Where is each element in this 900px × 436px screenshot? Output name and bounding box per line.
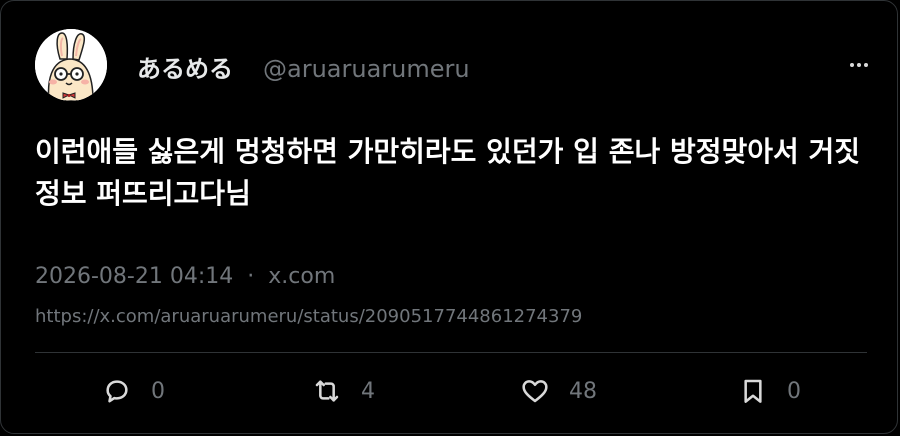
bookmark-button[interactable]: 0 — [737, 373, 801, 409]
retweet-icon — [315, 380, 339, 402]
tweet-url[interactable]: https://x.com/aruaruarumeru/status/20905… — [35, 304, 582, 330]
bookmark-count: 0 — [787, 378, 801, 404]
more-options-button[interactable] — [847, 53, 871, 77]
reply-count: 0 — [151, 378, 165, 404]
like-count: 48 — [569, 378, 597, 404]
more-horizontal-icon — [864, 63, 868, 67]
reply-button[interactable]: 0 — [101, 373, 165, 409]
reply-bubble-icon — [106, 380, 128, 403]
bookmark-icon — [744, 379, 762, 403]
tweet-meta: 2026-08-21 04:14 · x.com — [35, 262, 335, 292]
divider — [35, 352, 867, 353]
tweet-card: あるめる @aruaruarumeru 이런애들 싫은게 멍청하면 가만히라도 … — [0, 0, 898, 434]
author-handle[interactable]: @aruaruarumeru — [263, 53, 470, 85]
retweet-button[interactable]: 4 — [311, 373, 375, 409]
meta-separator: · — [247, 264, 255, 289]
more-horizontal-icon — [850, 63, 854, 67]
bunny-avatar-icon — [35, 29, 107, 101]
tweet-source[interactable]: x.com — [268, 264, 335, 289]
avatar[interactable] — [35, 29, 107, 101]
tweet-date[interactable]: 2026-08-21 04:14 — [35, 264, 233, 289]
like-button[interactable]: 48 — [519, 373, 597, 409]
tweet-text: 이런애들 싫은게 멍청하면 가만히라도 있던가 입 존나 방정맞아서 거짓정보 … — [35, 135, 861, 210]
heart-icon — [522, 380, 548, 403]
more-horizontal-icon — [857, 63, 861, 67]
author-display-name[interactable]: あるめる — [137, 53, 233, 85]
retweet-count: 4 — [361, 378, 375, 404]
